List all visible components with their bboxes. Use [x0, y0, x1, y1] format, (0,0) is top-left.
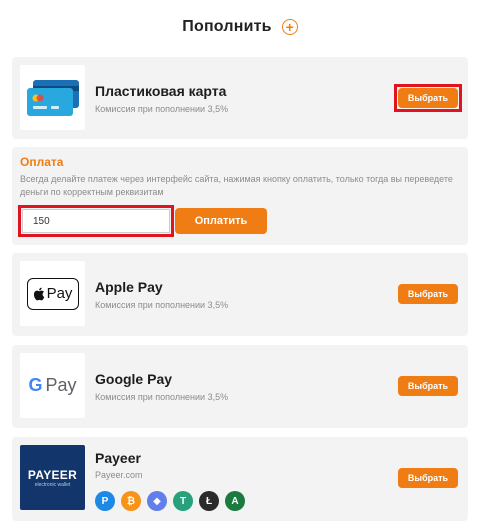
method-name: Пластиковая карта	[95, 83, 227, 99]
page-title: Пополнить	[182, 18, 272, 35]
method-card-payeer: PAYEER electronic wallet Payeer Payeer.c…	[12, 437, 468, 521]
bitcoin-icon: ₿	[121, 491, 141, 511]
amount-input[interactable]	[22, 209, 170, 233]
choose-button[interactable]: Выбрать	[398, 88, 458, 108]
google-pay-text: Pay	[45, 375, 77, 395]
payment-panel: Оплата Всегда делайте платеж через интер…	[12, 147, 468, 245]
method-card-google-pay: G Pay Google Pay Комиссия при пополнении…	[12, 345, 468, 428]
method-name: Google Pay	[95, 371, 173, 387]
payeer-logo-subtext: electronic wallet	[34, 481, 71, 488]
apple-pay-text: Pay	[46, 285, 73, 302]
payeer-coin-icon: P	[95, 491, 115, 511]
google-g-icon: G	[28, 375, 43, 395]
litecoin-icon: Ł	[199, 491, 219, 511]
plus-circle-icon[interactable]: +	[281, 19, 298, 35]
choose-button[interactable]: Выбрать	[398, 376, 458, 396]
method-card-plastic: Пластиковая карта Комиссия при пополнени…	[12, 57, 468, 139]
crypto-list: P ₿ ◆ T Ł A	[95, 491, 245, 511]
choose-button[interactable]: Выбрать	[398, 468, 458, 488]
tether-icon: T	[173, 491, 193, 511]
method-logo: Pay	[20, 261, 85, 326]
apple-pay-logo: Pay	[26, 277, 79, 310]
google-pay-logo: G Pay	[28, 375, 76, 396]
payeer-logo-text: PAYEER	[27, 467, 78, 482]
method-commission: Комиссия при пополнении 3,5%	[95, 104, 229, 114]
payment-note: Всегда делайте платеж через интерфейс са…	[20, 174, 453, 197]
method-logo: G Pay	[20, 353, 85, 418]
method-commission: Комиссия при пополнении 3,5%	[95, 392, 229, 402]
payment-title: Оплата	[20, 155, 64, 169]
ethereum-icon: ◆	[147, 491, 167, 511]
choose-button[interactable]: Выбрать	[398, 284, 458, 304]
payeer-logo: PAYEER electronic wallet	[28, 468, 77, 488]
advcash-icon: A	[225, 491, 245, 511]
apple-icon	[33, 287, 44, 300]
credit-card-icon	[26, 79, 79, 116]
method-name: Payeer	[95, 450, 141, 466]
method-card-apple-pay: Pay Apple Pay Комиссия при пополнении 3,…	[12, 253, 468, 336]
page-header: Пополнить +	[0, 14, 480, 40]
method-logo: PAYEER electronic wallet	[20, 445, 85, 510]
pay-button[interactable]: Оплатить	[175, 208, 267, 234]
method-site: Payeer.com	[95, 470, 143, 480]
method-commission: Комиссия при пополнении 3,5%	[95, 300, 229, 310]
method-logo	[20, 65, 85, 130]
method-name: Apple Pay	[95, 279, 163, 295]
